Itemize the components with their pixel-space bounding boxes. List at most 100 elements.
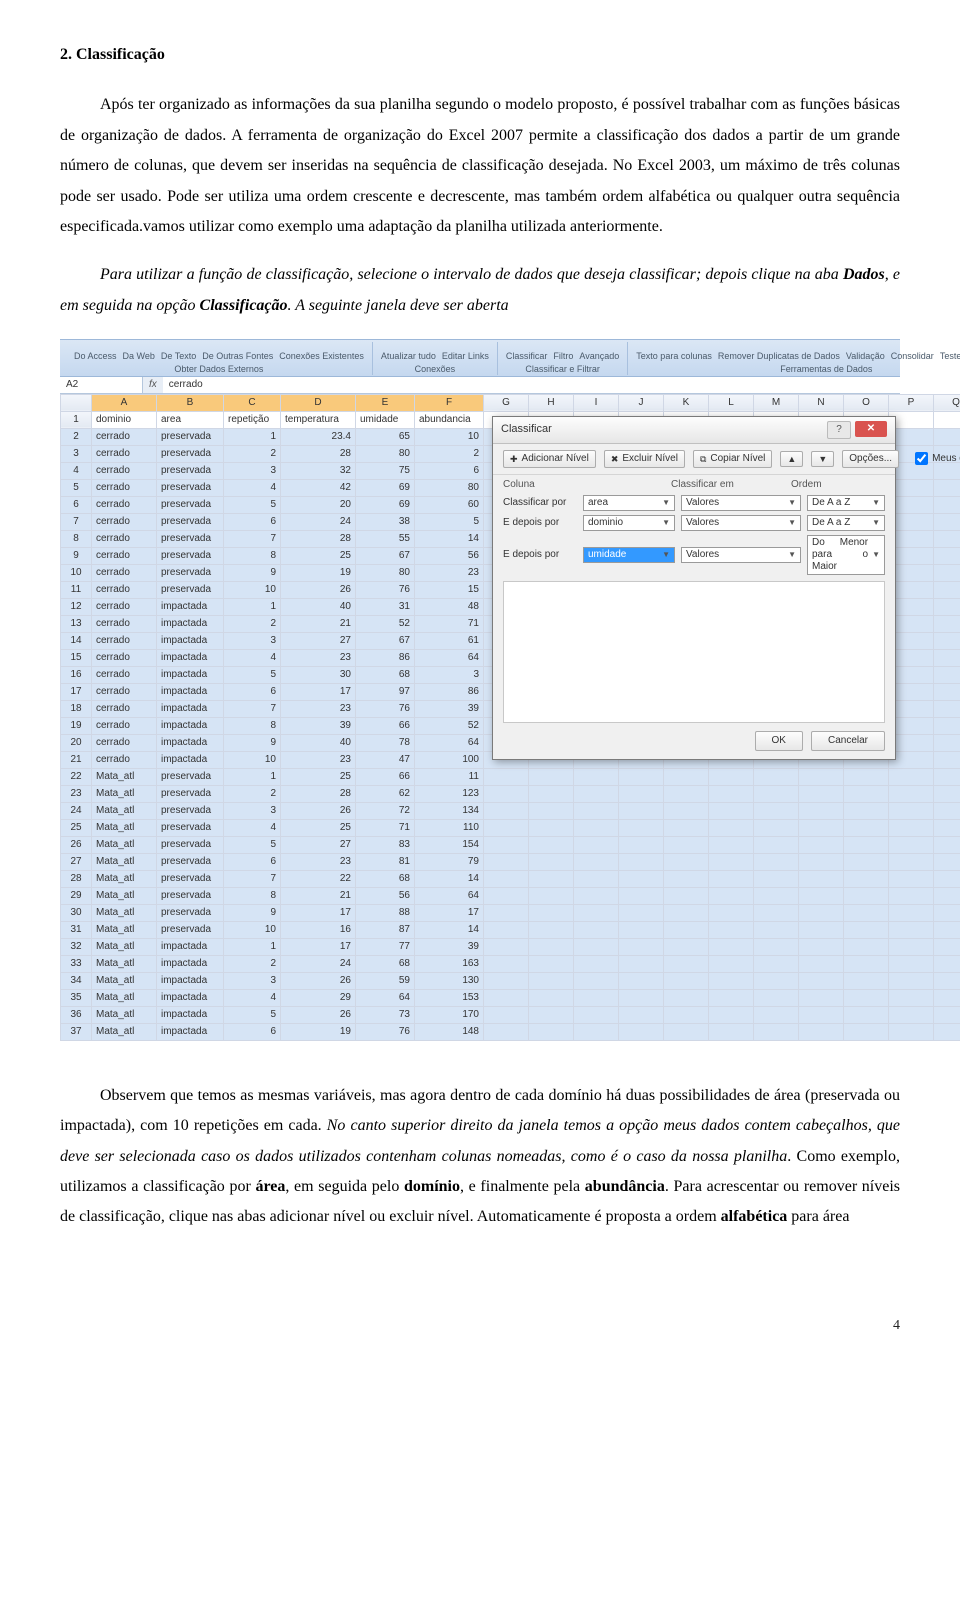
table-row[interactable]: 23Mata_atlpreservada22862123 — [61, 785, 960, 802]
cell[interactable]: 38 — [356, 513, 415, 530]
cell[interactable] — [529, 921, 574, 938]
cell[interactable] — [889, 887, 934, 904]
cell[interactable]: 73 — [356, 1006, 415, 1023]
cell[interactable]: 3 — [224, 462, 281, 479]
row-header[interactable]: 1 — [61, 411, 92, 428]
cell[interactable]: impactada — [157, 683, 224, 700]
cell[interactable] — [664, 870, 709, 887]
cell[interactable]: impactada — [157, 1023, 224, 1040]
cell[interactable] — [484, 955, 529, 972]
cell[interactable]: 2 — [415, 445, 484, 462]
name-box[interactable]: A2 — [60, 377, 143, 393]
cell[interactable] — [529, 802, 574, 819]
cell[interactable]: 3 — [224, 632, 281, 649]
sort-order-select-1[interactable]: De A a Z▼ — [807, 495, 885, 511]
cell[interactable] — [484, 870, 529, 887]
cell[interactable] — [574, 938, 619, 955]
cell[interactable] — [664, 938, 709, 955]
cell[interactable]: 6 — [224, 853, 281, 870]
cell[interactable] — [574, 768, 619, 785]
cell[interactable] — [934, 768, 960, 785]
sort-on-select-2[interactable]: Valores▼ — [681, 515, 801, 531]
cell[interactable] — [754, 802, 799, 819]
cell[interactable]: 40 — [281, 734, 356, 751]
cell[interactable]: impactada — [157, 615, 224, 632]
cell[interactable] — [484, 1023, 529, 1040]
move-up-button[interactable]: ▲ — [780, 451, 803, 468]
formula-input[interactable]: cerrado — [163, 377, 900, 393]
cell[interactable] — [844, 802, 889, 819]
cell[interactable] — [934, 802, 960, 819]
row-header[interactable]: 14 — [61, 632, 92, 649]
cell[interactable]: 23 — [415, 564, 484, 581]
cell[interactable] — [934, 530, 960, 547]
cell[interactable] — [934, 649, 960, 666]
cell[interactable] — [889, 819, 934, 836]
cell[interactable] — [799, 853, 844, 870]
cell[interactable]: 14 — [415, 530, 484, 547]
cell[interactable] — [799, 972, 844, 989]
close-icon[interactable]: ✕ — [855, 421, 887, 437]
cell[interactable]: Mata_atl — [92, 870, 157, 887]
cell[interactable] — [574, 802, 619, 819]
cell[interactable] — [799, 904, 844, 921]
cell[interactable]: preservada — [157, 530, 224, 547]
cell[interactable] — [934, 870, 960, 887]
cell[interactable] — [709, 955, 754, 972]
cell[interactable] — [619, 768, 664, 785]
row-header[interactable]: 29 — [61, 887, 92, 904]
cell[interactable] — [529, 853, 574, 870]
cell[interactable]: 79 — [415, 853, 484, 870]
cell[interactable] — [709, 785, 754, 802]
cell[interactable]: 80 — [415, 479, 484, 496]
cell[interactable]: preservada — [157, 785, 224, 802]
cell[interactable] — [619, 972, 664, 989]
cell[interactable]: 72 — [356, 802, 415, 819]
cell[interactable]: preservada — [157, 445, 224, 462]
row-header[interactable]: 25 — [61, 819, 92, 836]
cell[interactable]: 25 — [281, 768, 356, 785]
cell[interactable] — [934, 1006, 960, 1023]
cell[interactable] — [844, 853, 889, 870]
cell[interactable]: preservada — [157, 547, 224, 564]
cell[interactable]: Mata_atl — [92, 887, 157, 904]
ribbon-button[interactable]: Texto para colunas — [636, 351, 712, 362]
cell[interactable] — [754, 989, 799, 1006]
cell[interactable] — [799, 768, 844, 785]
cell[interactable] — [844, 989, 889, 1006]
cell[interactable] — [844, 819, 889, 836]
cell[interactable]: 23 — [281, 751, 356, 768]
cell[interactable] — [934, 904, 960, 921]
cell[interactable] — [754, 921, 799, 938]
cell[interactable]: 23.4 — [281, 428, 356, 445]
cell[interactable] — [619, 819, 664, 836]
copy-level-button[interactable]: ⧉Copiar Nível — [693, 450, 772, 468]
cell[interactable]: 48 — [415, 598, 484, 615]
row-header[interactable]: 22 — [61, 768, 92, 785]
cell[interactable]: 21 — [281, 615, 356, 632]
row-header[interactable]: 33 — [61, 955, 92, 972]
cell[interactable]: 1 — [224, 938, 281, 955]
cell[interactable] — [934, 887, 960, 904]
cell[interactable] — [934, 938, 960, 955]
cell[interactable]: 8 — [224, 547, 281, 564]
cell[interactable] — [709, 802, 754, 819]
cell[interactable]: 8 — [224, 717, 281, 734]
cell[interactable] — [664, 802, 709, 819]
cell[interactable]: preservada — [157, 836, 224, 853]
cell[interactable]: 87 — [356, 921, 415, 938]
cell[interactable]: 5 — [224, 496, 281, 513]
cell[interactable]: 39 — [415, 938, 484, 955]
cell[interactable]: 81 — [356, 853, 415, 870]
column-header[interactable]: Q — [934, 394, 960, 411]
cell[interactable] — [754, 768, 799, 785]
cell[interactable] — [574, 1023, 619, 1040]
cell[interactable]: 110 — [415, 819, 484, 836]
cell[interactable]: 40 — [281, 598, 356, 615]
cell[interactable]: 60 — [415, 496, 484, 513]
cell[interactable]: cerrado — [92, 683, 157, 700]
cell[interactable] — [529, 887, 574, 904]
cell[interactable] — [889, 785, 934, 802]
column-header[interactable]: L — [709, 394, 754, 411]
row-header[interactable]: 13 — [61, 615, 92, 632]
